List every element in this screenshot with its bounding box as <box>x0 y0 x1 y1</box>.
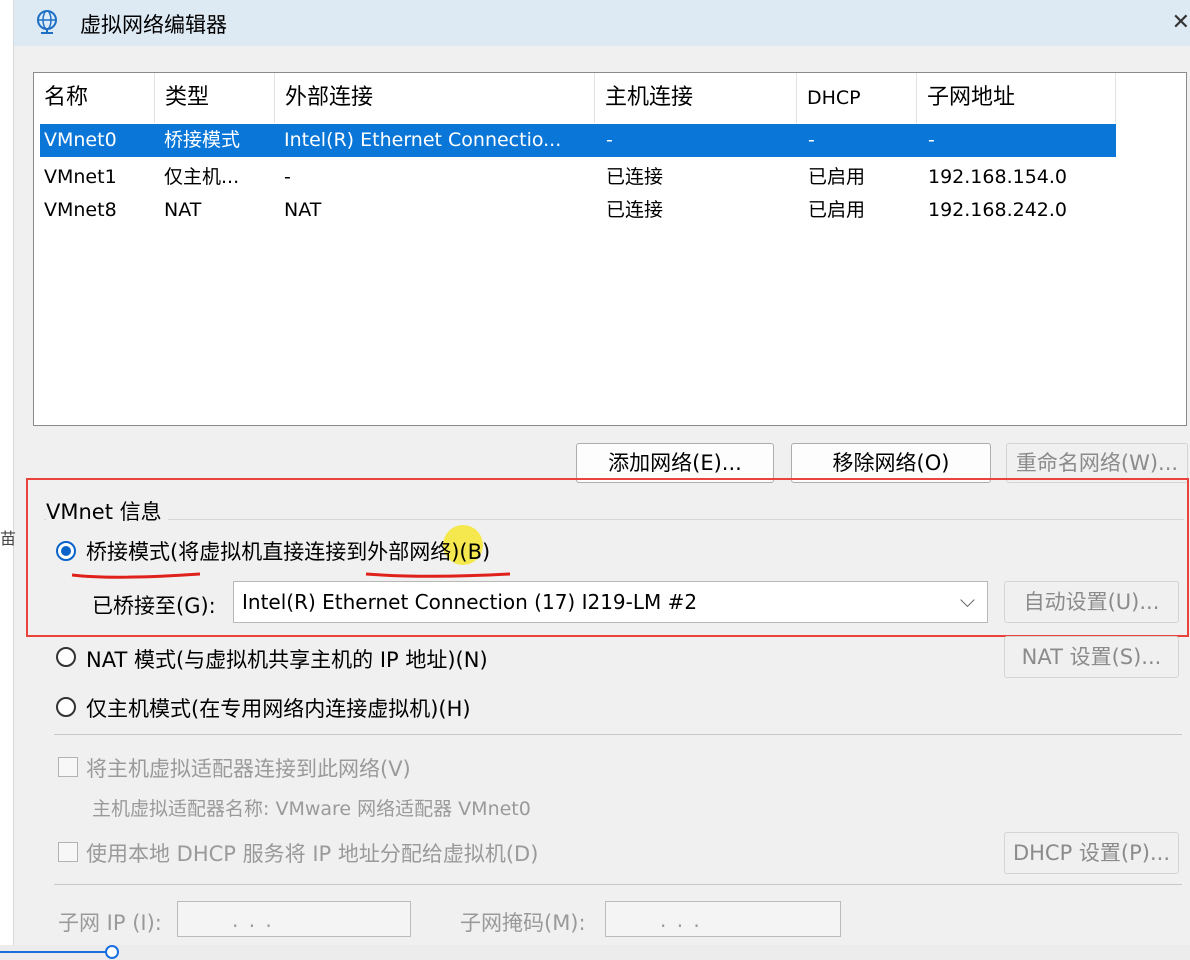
use-dhcp-label[interactable]: 使用本地 DHCP 服务将 IP 地址分配给虚拟机(D) <box>86 838 538 868</box>
dhcp-settings-button[interactable]: DHCP 设置(P)... <box>1004 832 1179 874</box>
cell-name: VMnet8 <box>44 199 117 221</box>
connect-adapter-label[interactable]: 将主机虚拟适配器连接到此网络(V) <box>86 753 411 783</box>
progress-handle[interactable] <box>105 945 119 959</box>
column-header-name[interactable]: 名称 <box>34 73 155 123</box>
network-list[interactable]: 名称 类型 外部连接 主机连接 DHCP 子网地址 VMnet0 桥接模式 In… <box>33 72 1187 426</box>
cell-subnet: - <box>928 129 935 151</box>
table-row[interactable]: VMnet1 仅主机... - 已连接 已启用 192.168.154.0 <box>40 161 1116 194</box>
left-window-strip: 苗 <box>0 0 17 960</box>
subnet-ip-field[interactable]: . . . <box>177 901 411 937</box>
use-dhcp-checkbox[interactable] <box>58 842 78 862</box>
column-header-type[interactable]: 类型 <box>155 73 275 123</box>
nat-settings-button[interactable]: NAT 设置(S)... <box>1004 636 1179 678</box>
cell-external: - <box>284 166 291 188</box>
column-header-host[interactable]: 主机连接 <box>595 73 797 123</box>
remove-network-button[interactable]: 移除网络(O) <box>791 443 991 483</box>
subnet-ip-label: 子网 IP (I): <box>58 911 162 935</box>
cell-type: 仅主机... <box>164 166 240 188</box>
table-row[interactable]: VMnet0 桥接模式 Intel(R) Ethernet Connectio.… <box>40 124 1116 157</box>
cell-host: - <box>606 129 613 151</box>
bridged-adapter-select[interactable]: Intel(R) Ethernet Connection (17) I219-L… <box>233 581 988 623</box>
progress-track[interactable] <box>0 945 1190 960</box>
cell-host: 已连接 <box>606 166 664 188</box>
cell-external: NAT <box>284 199 322 221</box>
table-row[interactable]: VMnet8 NAT NAT 已连接 已启用 192.168.242.0 <box>40 194 1116 227</box>
cell-name: VMnet1 <box>44 166 117 188</box>
bridged-adapter-value: Intel(R) Ethernet Connection (17) I219-L… <box>242 590 698 614</box>
cell-dhcp: 已启用 <box>808 199 866 221</box>
window-title: 虚拟网络编辑器 <box>80 13 227 37</box>
network-globe-icon <box>37 10 57 34</box>
cell-name: VMnet0 <box>44 129 117 151</box>
subnet-mask-label: 子网掩码(M): <box>460 911 586 935</box>
left-strip-text: 苗 <box>0 529 17 548</box>
progress-fill <box>0 951 112 953</box>
hostonly-mode-label[interactable]: 仅主机模式(在专用网络内连接虚拟机)(H) <box>86 693 471 723</box>
cell-type: NAT <box>164 199 202 221</box>
subnet-mask-field[interactable]: . . . <box>605 901 841 937</box>
cell-external: Intel(R) Ethernet Connectio... <box>284 129 562 151</box>
cell-type: 桥接模式 <box>164 129 241 151</box>
hostonly-mode-radio[interactable] <box>56 697 76 717</box>
auto-settings-button[interactable]: 自动设置(U)... <box>1004 581 1179 623</box>
divider <box>54 734 1182 735</box>
title-bar: 虚拟网络编辑器 ✕ <box>14 0 1190 46</box>
cell-subnet: 192.168.242.0 <box>928 199 1068 221</box>
column-header-subnet[interactable]: 子网地址 <box>917 73 1116 123</box>
bridged-mode-radio[interactable] <box>56 541 76 561</box>
subnet-mask-dots: . . . <box>660 908 702 932</box>
rename-network-button[interactable]: 重命名网络(W)... <box>1006 443 1188 483</box>
cell-dhcp: - <box>808 129 815 151</box>
column-header-dhcp[interactable]: DHCP <box>797 73 917 123</box>
subnet-ip-dots: . . . <box>232 908 274 932</box>
cell-dhcp: 已启用 <box>808 166 866 188</box>
divider <box>54 884 1182 885</box>
table-header: 名称 类型 外部连接 主机连接 DHCP 子网地址 <box>34 73 1116 123</box>
connect-adapter-checkbox[interactable] <box>58 757 78 777</box>
bridged-mode-label[interactable]: 桥接模式(将虚拟机直接连接到外部网络)(B) <box>86 536 490 566</box>
cell-subnet: 192.168.154.0 <box>928 166 1068 188</box>
bridged-to-label: 已桥接至(G): <box>92 594 216 618</box>
nat-mode-radio[interactable] <box>56 647 76 667</box>
add-network-button[interactable]: 添加网络(E)... <box>576 443 774 483</box>
close-icon[interactable]: ✕ <box>1172 10 1190 35</box>
nat-mode-label[interactable]: NAT 模式(与虚拟机共享主机的 IP 地址)(N) <box>86 644 488 674</box>
cell-host: 已连接 <box>606 199 664 221</box>
column-header-external[interactable]: 外部连接 <box>275 73 595 123</box>
chevron-down-icon[interactable]: ⌵ <box>960 588 975 612</box>
adapter-name-label: 主机虚拟适配器名称: VMware 网络适配器 VMnet0 <box>92 798 531 820</box>
